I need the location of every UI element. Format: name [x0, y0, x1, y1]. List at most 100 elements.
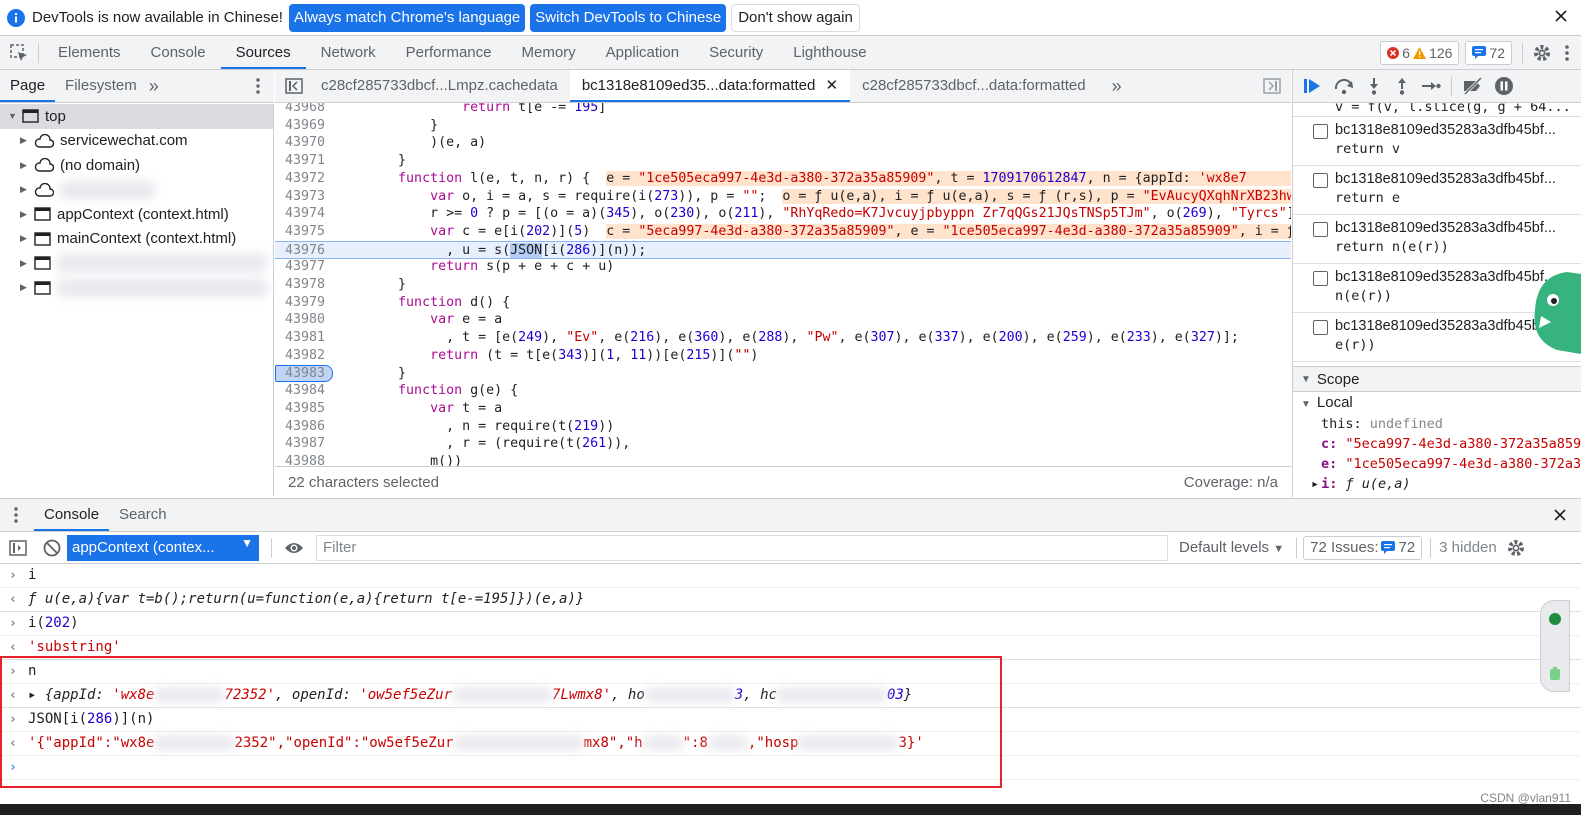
code-editor[interactable]: 43968 return t[e -= 195] 43969 } 43970 )(e… [275, 103, 1291, 466]
line-number[interactable]: 43988 [275, 453, 325, 466]
frame-checkbox[interactable] [1313, 320, 1328, 335]
live-expression-eye-icon[interactable] [284, 541, 304, 555]
line-number[interactable]: 43968 [275, 103, 325, 117]
tab-sources[interactable]: Sources [220, 36, 306, 69]
editor-tab[interactable]: c28cf285733dbcf...data:formatted [850, 70, 1097, 102]
tree-item[interactable]: ▶ [0, 251, 273, 276]
tab-search[interactable]: Search [109, 499, 177, 531]
scope-header[interactable]: ▼ Scope [1293, 366, 1581, 392]
close-icon[interactable] [1554, 9, 1568, 23]
pause-on-exceptions-icon[interactable] [1494, 76, 1514, 96]
tab-application[interactable]: Application [591, 36, 694, 69]
tab-console[interactable]: Console [136, 36, 221, 69]
frame-checkbox[interactable] [1313, 124, 1328, 139]
log-levels-dropdown[interactable]: Default levels ▼ [1179, 539, 1284, 556]
tree-item[interactable]: ▶ mainContext (context.html) [0, 227, 273, 252]
show-sidebar-icon[interactable] [9, 539, 27, 556]
more-editor-tabs-icon[interactable]: » [1112, 76, 1122, 97]
tab-security[interactable]: Security [694, 36, 778, 69]
close-tab-icon[interactable]: ✕ [821, 77, 839, 94]
step-over-icon[interactable] [1333, 77, 1355, 95]
line-number[interactable]: 43972 [275, 170, 325, 188]
toggle-debugger-icon[interactable] [1263, 78, 1281, 94]
switch-to-chinese-button[interactable]: Switch DevTools to Chinese [530, 3, 727, 32]
more-options-icon[interactable] [1565, 44, 1569, 62]
tab-elements[interactable]: Elements [43, 36, 136, 69]
line-number[interactable]: 43973 [275, 188, 325, 206]
deactivate-breakpoints-icon[interactable] [1462, 77, 1484, 95]
resume-icon[interactable] [1303, 77, 1323, 95]
expand-right-icon[interactable]: ▶ [20, 233, 30, 244]
line-number[interactable]: 43986 [275, 418, 325, 436]
always-match-language-button[interactable]: Always match Chrome's language [288, 3, 526, 32]
dont-show-again-button[interactable]: Don't show again [731, 3, 860, 32]
step-out-icon[interactable] [1393, 77, 1411, 95]
console-settings-gear-icon[interactable] [1507, 539, 1525, 557]
line-number[interactable]: 43970 [275, 134, 325, 152]
inspect-element-icon[interactable] [10, 43, 28, 62]
call-frame[interactable]: v = f(v, l.slice(g, g + 64... [1293, 103, 1581, 117]
console-prompt-input[interactable]: › [0, 756, 1581, 780]
tab-page[interactable]: Page [0, 70, 56, 102]
call-frame[interactable]: bc1318e8109ed35283a3dfb45bf... return e [1293, 166, 1581, 215]
line-number[interactable]: 43971 [275, 152, 325, 170]
local-scope-header[interactable]: ▼ Local [1293, 392, 1581, 414]
tab-console[interactable]: Console [34, 499, 110, 531]
editor-tab[interactable]: bc1318e8109ed35...data:formatted ✕ [569, 70, 851, 102]
tab-performance[interactable]: Performance [391, 36, 507, 69]
line-number[interactable]: 43981 [275, 329, 325, 347]
console-issues-button[interactable]: 72 Issues: 72 [1303, 535, 1423, 560]
line-number[interactable]: 43975 [275, 223, 325, 241]
context-selector[interactable]: appContext (contex... ▼ [67, 534, 259, 561]
console-filter-input[interactable]: Filter [316, 534, 1168, 561]
line-number[interactable]: 43982 [275, 347, 325, 365]
line-number[interactable]: 43983 [275, 365, 325, 383]
frame-checkbox[interactable] [1313, 271, 1328, 286]
tab-memory[interactable]: Memory [507, 36, 591, 69]
more-tabs-icon[interactable]: » [149, 76, 159, 97]
drawer-menu-icon[interactable] [14, 507, 18, 523]
expand-right-icon[interactable]: ▶ [20, 184, 30, 195]
line-number[interactable]: 43978 [275, 276, 325, 294]
issues-badge[interactable]: 72 [1465, 40, 1512, 65]
console-counts-badge[interactable]: 6 126 [1380, 40, 1460, 65]
step-into-icon[interactable] [1365, 77, 1383, 95]
tree-item[interactable]: ▶ [0, 276, 273, 301]
scope-variable[interactable]: this: undefined [1293, 414, 1581, 434]
line-number[interactable]: 43976 [275, 242, 325, 260]
scope-variable[interactable]: e: "1ce505eca997-4e3d-a380-372a35a85909" [1293, 454, 1581, 474]
line-number[interactable]: 43980 [275, 311, 325, 329]
expand-right-icon[interactable]: ▸ [1311, 476, 1319, 492]
expand-right-icon[interactable]: ▶ [20, 135, 30, 146]
clear-console-icon[interactable] [43, 539, 61, 557]
expand-right-icon[interactable]: ▶ [20, 258, 30, 269]
call-frame[interactable]: bc1318e8109ed35283a3dfb45bf... return n(e… [1293, 215, 1581, 264]
tab-lighthouse[interactable]: Lighthouse [778, 36, 881, 69]
navigator-menu-icon[interactable] [256, 78, 260, 94]
tree-item[interactable]: ▶ servicewechat.com [0, 129, 273, 154]
line-number[interactable]: 43979 [275, 294, 325, 312]
line-number[interactable]: 43974 [275, 205, 325, 223]
tab-filesystem[interactable]: Filesystem [55, 70, 147, 102]
line-number[interactable]: 43969 [275, 117, 325, 135]
tree-item[interactable]: ▶ [0, 178, 273, 203]
expand-right-icon[interactable]: ▶ [20, 209, 30, 220]
expand-right-icon[interactable]: ▶ [20, 160, 30, 171]
frame-checkbox[interactable] [1313, 222, 1328, 237]
line-number[interactable]: 43987 [275, 435, 325, 453]
close-drawer-icon[interactable] [1553, 508, 1567, 522]
scope-variable[interactable]: c: "5eca997-4e3d-a380-372a35a85909" [1293, 434, 1581, 454]
line-number[interactable]: 43984 [275, 382, 325, 400]
call-frame[interactable]: bc1318e8109ed35283a3dfb45bf... return v [1293, 117, 1581, 166]
tree-item[interactable]: ▼ top [0, 104, 273, 129]
toggle-navigator-icon[interactable] [285, 78, 303, 94]
floating-assistant-widget[interactable] [1540, 600, 1570, 692]
frame-checkbox[interactable] [1313, 173, 1328, 188]
line-number[interactable]: 43985 [275, 400, 325, 418]
tree-item[interactable]: ▶ (no domain) [0, 153, 273, 178]
expand-right-icon[interactable]: ▶ [20, 282, 30, 293]
tree-item[interactable]: ▶ appContext (context.html) [0, 202, 273, 227]
settings-gear-icon[interactable] [1533, 44, 1551, 62]
line-number[interactable]: 43977 [275, 258, 325, 276]
step-icon[interactable] [1421, 77, 1441, 95]
